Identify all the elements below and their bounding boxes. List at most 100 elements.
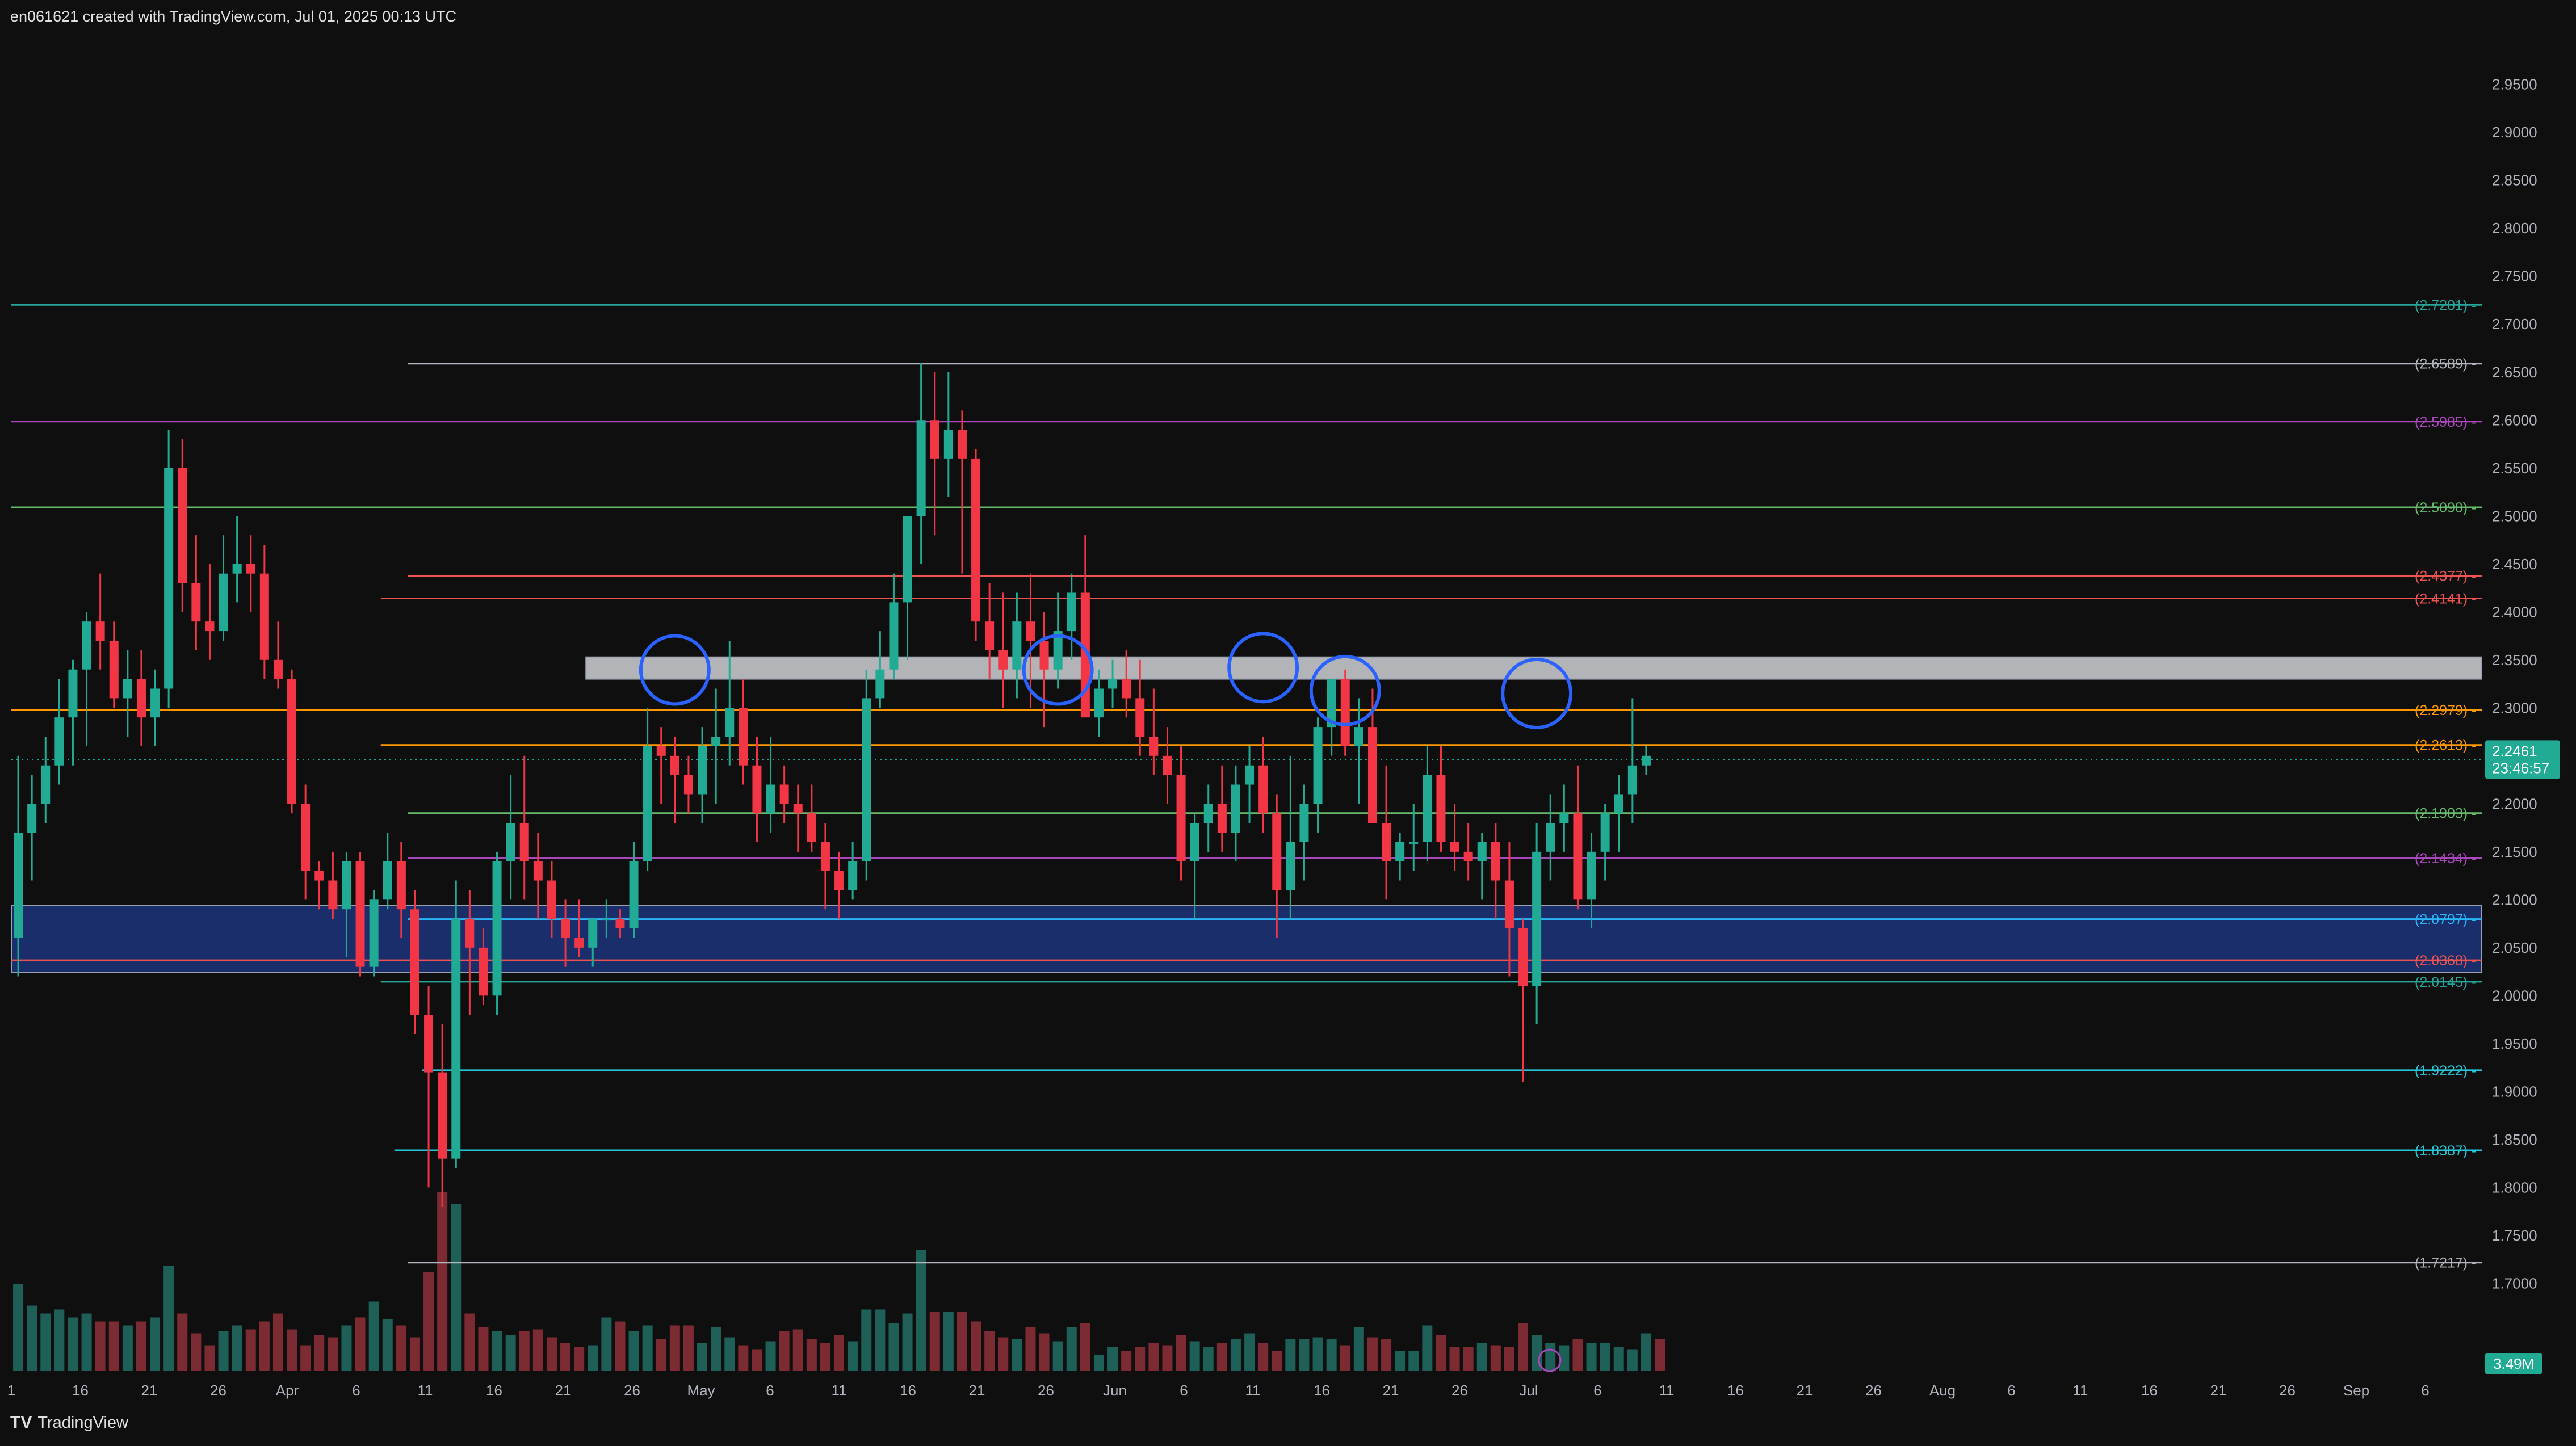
- volume-bar: [888, 1323, 899, 1371]
- candle-body: [916, 420, 926, 516]
- volume-bar: [95, 1321, 106, 1371]
- candle-body: [1258, 765, 1268, 814]
- time-tick-label: May: [687, 1382, 715, 1399]
- volume-bar: [1572, 1339, 1583, 1371]
- time-tick-label: 11: [832, 1382, 847, 1399]
- volume-bar: [1052, 1341, 1063, 1371]
- volume-bar: [1258, 1343, 1269, 1371]
- candle-body: [903, 516, 912, 603]
- candle-body: [1067, 592, 1076, 632]
- volume-bar: [1299, 1339, 1310, 1371]
- level-label: (2.6589) -: [2415, 356, 2476, 372]
- volume-bar: [396, 1325, 406, 1371]
- volume-bar: [1012, 1339, 1022, 1371]
- price-tick-label: 1.8000: [2492, 1179, 2537, 1196]
- candle-body: [136, 679, 146, 718]
- volume-bar: [1066, 1327, 1077, 1371]
- volume-bar: [1476, 1343, 1487, 1371]
- candle-body: [1504, 880, 1514, 929]
- candle-body: [328, 880, 338, 910]
- price-tick-label: 2.0000: [2492, 987, 2537, 1004]
- price-axis[interactable]: 2.9500 2.9000 2.8500 2.8000 2.7500 2.7000 2.65…: [1538, 76, 2560, 1374]
- time-tick-label: 6: [1180, 1382, 1188, 1399]
- price-tick-label: 2.8000: [2492, 220, 2537, 237]
- time-tick-label: 21: [1797, 1382, 1813, 1399]
- time-tick-label: 26: [1451, 1382, 1468, 1399]
- volume-bar: [519, 1331, 530, 1371]
- volume-bar: [984, 1331, 995, 1371]
- candle-body: [533, 861, 543, 881]
- candle-body: [889, 602, 899, 670]
- volume-bar: [752, 1349, 762, 1371]
- volume-bar: [1039, 1333, 1050, 1371]
- volume-bar: [1586, 1343, 1597, 1371]
- volume-bar: [546, 1337, 557, 1371]
- time-tick-label: 11: [418, 1382, 433, 1399]
- price-tick-label: 2.4000: [2492, 603, 2537, 620]
- time-tick-label: 26: [1038, 1382, 1054, 1399]
- volume-bar: [136, 1321, 146, 1371]
- candle-body: [739, 708, 748, 766]
- highlight-circles: [639, 632, 1573, 729]
- candle-body: [1477, 842, 1487, 861]
- volume-bar: [328, 1337, 338, 1371]
- volume-value: 3.49M: [2493, 1355, 2534, 1372]
- candle-body: [711, 737, 721, 746]
- candle-body: [1518, 928, 1528, 986]
- level-label: (2.0145) -: [2415, 974, 2476, 990]
- candle-body: [971, 458, 981, 622]
- volume-bar: [532, 1329, 543, 1371]
- volume-bar: [779, 1331, 790, 1371]
- time-tick-label: 16: [1727, 1382, 1744, 1399]
- volume-bar: [1093, 1355, 1104, 1371]
- price-tick-label: 2.3500: [2492, 651, 2537, 669]
- volume-bar: [588, 1345, 598, 1371]
- volume-bar: [451, 1204, 462, 1371]
- volume-bar: [409, 1337, 420, 1371]
- time-tick-label: 21: [969, 1382, 985, 1399]
- time-axis[interactable]: 1 16 21 26 Apr 6 11 16 21 26 May 6 11 16 21 26 Jun 6 11 16 2…: [7, 1382, 2430, 1399]
- time-tick-label: 6: [1593, 1382, 1601, 1399]
- price-tick-label: 2.0500: [2492, 939, 2537, 956]
- time-tick-label: 11: [1659, 1382, 1675, 1399]
- candle-body: [807, 813, 816, 842]
- volume-bar: [861, 1309, 872, 1371]
- price-tick-label: 2.9500: [2492, 76, 2537, 93]
- time-tick-label: Aug: [1929, 1382, 1956, 1399]
- volume-bar: [1107, 1347, 1118, 1371]
- candle-body: [1286, 842, 1295, 890]
- level-label: (2.1434) -: [2415, 851, 2476, 867]
- level-label: (2.5090) -: [2415, 500, 2476, 516]
- price-tick-label: 2.3000: [2492, 699, 2537, 716]
- candle-body: [820, 842, 830, 871]
- time-tick-label: Apr: [276, 1382, 299, 1399]
- volume-bar: [1641, 1333, 1651, 1371]
- candle-body: [492, 861, 502, 996]
- volume-bar: [218, 1331, 229, 1371]
- volume-bar: [1080, 1323, 1090, 1371]
- volume-bar: [1422, 1325, 1433, 1371]
- candle-body: [95, 621, 105, 641]
- volume-bar: [738, 1345, 749, 1371]
- volume-bar: [478, 1327, 489, 1371]
- candle-body: [588, 919, 598, 948]
- candle-body: [848, 861, 858, 890]
- candle-body: [273, 659, 283, 679]
- volume-bar: [615, 1321, 626, 1371]
- candle-body: [1614, 794, 1623, 814]
- volume-bar: [1272, 1351, 1282, 1371]
- candle-body: [1094, 688, 1104, 718]
- time-tick-label: 21: [555, 1382, 572, 1399]
- price-tick-label: 2.9000: [2492, 124, 2537, 141]
- candle-body: [615, 919, 625, 929]
- volume-bar: [792, 1329, 803, 1371]
- price-chart[interactable]: (2.7201) - (2.6589) - (2.5985) - (2.5090) -…: [0, 0, 2576, 1446]
- volume-bar: [81, 1313, 92, 1371]
- volume-bar: [163, 1266, 174, 1371]
- time-tick-label: 16: [2141, 1382, 2158, 1399]
- candle-body: [1423, 775, 1432, 842]
- candle-body: [1272, 813, 1282, 890]
- volume-bar: [300, 1345, 311, 1371]
- level-label: (2.1903) -: [2415, 806, 2476, 822]
- volume-bar: [382, 1319, 393, 1371]
